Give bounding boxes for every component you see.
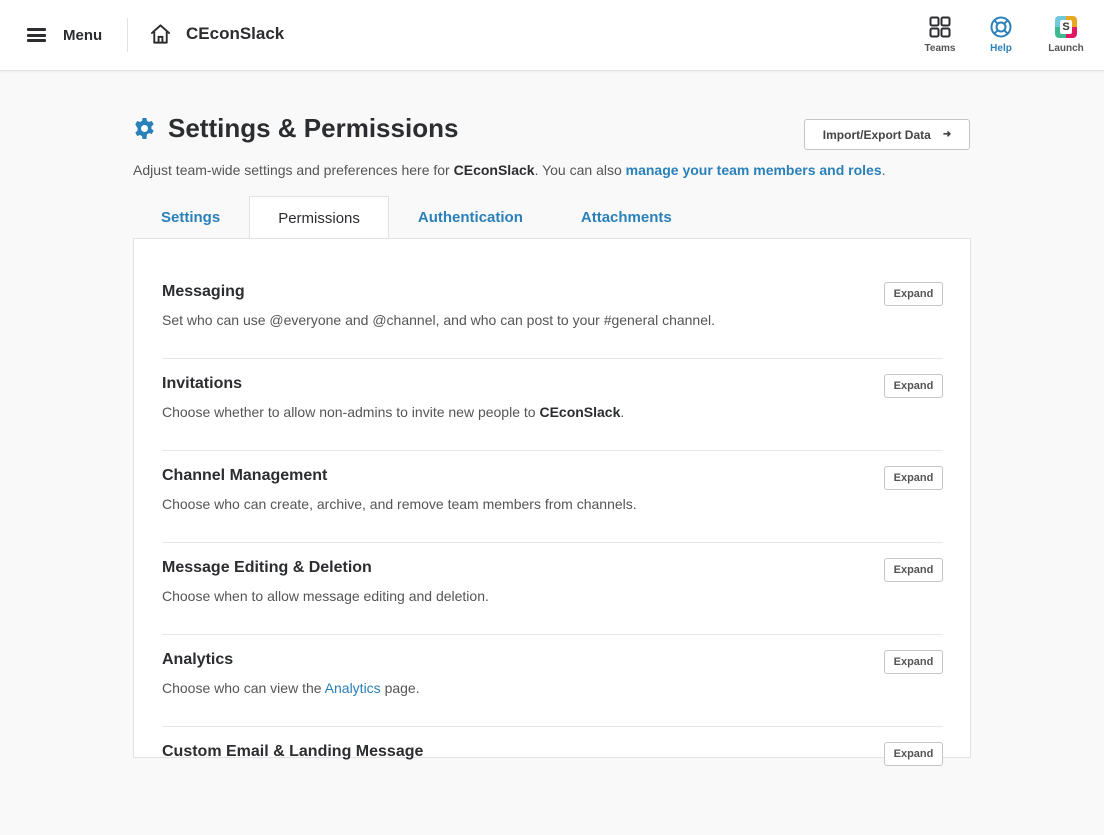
divider [162,358,943,359]
expand-button[interactable]: Expand [884,742,943,766]
expand-button[interactable]: Expand [884,282,943,306]
teams-label: Teams [924,43,956,54]
desc-before: Choose who can view the [162,680,325,696]
desc-after: . [620,404,625,420]
home-link[interactable]: CEconSlack [149,22,284,46]
section-analytics: Analytics Choose who can view the Analyt… [162,650,943,743]
desc-before: Choose whether to allow non-admins to in… [162,404,540,420]
intro-before: Adjust team-wide settings and preference… [133,162,454,178]
section-message-editing: Message Editing & Deletion Choose when t… [162,558,943,651]
desc-team-name: CEconSlack [539,404,621,420]
intro-team-name: CEconSlack [453,162,535,178]
divider [162,542,943,543]
section-messaging: Messaging Set who can use @everyone and … [162,282,943,375]
intro-middle: . You can also [534,162,626,178]
section-description: Choose when to allow message editing and… [162,588,489,604]
permissions-panel: Messaging Set who can use @everyone and … [133,238,971,766]
expand-button[interactable]: Expand [884,650,943,674]
tab-permissions[interactable]: Permissions [249,196,389,239]
topbar-divider [127,18,128,52]
page-header: Settings & Permissions [133,113,458,144]
divider [162,450,943,451]
section-description: Choose whether to allow non-admins to in… [162,404,624,420]
expand-button[interactable]: Expand [884,466,943,490]
teams-grid-icon [929,16,951,38]
divider [162,726,943,727]
tab-settings[interactable]: Settings [133,196,249,239]
hamburger-icon [27,28,46,42]
launch-button[interactable]: S Launch [1036,14,1096,54]
help-label: Help [990,43,1012,54]
team-name: CEconSlack [186,24,285,43]
section-description: Choose who can view the Analytics page. [162,680,420,696]
tab-attachments[interactable]: Attachments [552,196,701,239]
gear-icon [135,117,154,140]
teams-button[interactable]: Teams [910,14,970,54]
tab-bar: Settings Permissions Authentication Atta… [133,196,701,239]
home-icon [150,24,171,44]
import-export-button[interactable]: Import/Export Data ➜ [804,119,970,150]
section-title: Channel Management [162,467,328,484]
intro-text: Adjust team-wide settings and preference… [133,162,886,178]
arrow-right-icon: ➜ [942,129,952,140]
section-title: Message Editing & Deletion [162,559,372,576]
top-bar: Menu CEconSlack Teams Help S Launch [0,0,1104,71]
section-invitations: Invitations Choose whether to allow non-… [162,374,943,467]
section-title: Analytics [162,651,234,668]
import-export-label: Import/Export Data [822,127,931,142]
menu-label: Menu [63,26,103,44]
section-description: Choose who can create, archive, and remo… [162,496,637,512]
analytics-link[interactable]: Analytics [325,680,381,696]
section-title: Messaging [162,283,245,300]
help-button[interactable]: Help [971,14,1031,54]
section-channel-management: Channel Management Choose who can create… [162,466,943,559]
divider [162,634,943,635]
slack-launch-icon: S [1055,16,1077,38]
tab-authentication[interactable]: Authentication [389,196,552,239]
page-title: Settings & Permissions [168,113,459,143]
expand-button[interactable]: Expand [884,374,943,398]
expand-button[interactable]: Expand [884,558,943,582]
intro-after: . [881,162,886,178]
section-custom-email: Custom Email & Landing Message Expand [162,742,943,835]
section-title: Invitations [162,375,243,392]
help-lifebuoy-icon [990,16,1012,38]
launch-label: Launch [1048,43,1084,54]
manage-members-link[interactable]: manage your team members and roles [626,162,882,178]
section-title: Custom Email & Landing Message [162,743,424,760]
desc-after: page. [380,680,420,696]
section-description: Set who can use @everyone and @channel, … [162,312,716,328]
menu-button[interactable]: Menu [27,22,102,48]
